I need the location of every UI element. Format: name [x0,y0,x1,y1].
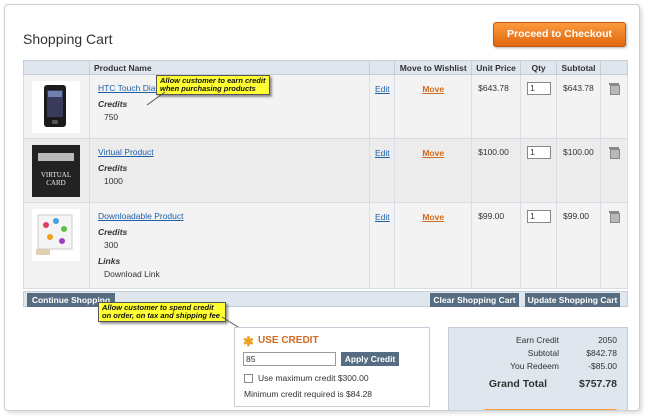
checkout-button-bottom[interactable] [483,409,618,410]
grand-total-label: Grand Total [488,378,547,390]
edit-link[interactable]: Edit [370,148,394,158]
header-qty: Qty [520,60,558,75]
product-image-downloadable[interactable] [32,209,80,261]
qty-input[interactable]: 1 [527,82,552,95]
virtual-card-text: VIRTUAL CARD [40,171,72,187]
table-row: HTC Touch Diam Credits 750 Edit Move $64… [23,74,628,139]
redeem-label: You Redeem [510,361,559,371]
unit-price: $99.00 [478,211,505,221]
header-image [23,60,90,75]
product-link-virtual[interactable]: Virtual Product [98,147,369,157]
redeem-value: -$85.00 [588,361,617,371]
edit-link[interactable]: Edit [370,212,394,222]
credits-label: Credits [97,163,128,173]
use-credit-title: ✱ USE CREDIT [243,334,319,349]
earn-credit-label: Earn Credit [516,335,559,345]
trash-icon[interactable] [609,211,620,223]
credits-value: 1000 [103,176,123,186]
credits-value: 750 [103,112,119,122]
qty-input[interactable]: 1 [527,146,552,159]
proceed-to-checkout-button[interactable]: Proceed to Checkout [493,22,626,47]
header-unit-price: Unit Price [471,60,522,75]
apply-credit-button[interactable]: Apply Credit [341,352,399,366]
row-subtotal: $100.00 [563,147,594,157]
row-subtotal: $643.78 [563,83,594,93]
clear-shopping-cart-button[interactable]: Clear Shopping Cart [430,293,519,307]
minimum-credit-note: Minimum credit required is $84.28 [244,389,373,399]
cart-window: Shopping Cart Proceed to Checkout Produc… [4,4,640,411]
earn-tooltip-pointer [146,91,166,106]
product-link-downloadable[interactable]: Downloadable Product [98,211,369,221]
header-edit [369,60,396,75]
credits-label: Credits [97,99,128,109]
grand-total-value: $757.78 [579,378,617,390]
qty-input[interactable]: 1 [527,210,552,223]
move-to-wishlist-link[interactable]: Move [395,148,471,158]
use-maximum-credit-checkbox[interactable] [244,374,253,383]
totals-panel: Earn Credit 2050 Subtotal $842.78 You Re… [448,327,628,410]
table-row: VIRTUAL CARD Virtual Product Credits 100… [23,138,628,203]
cart-table: Product Name Move to Wishlist Unit Price… [23,60,628,289]
product-image-virtual-card[interactable]: VIRTUAL CARD [32,145,80,197]
earn-credit-tooltip: Allow customer to earn credit when purch… [156,75,270,95]
product-image-phone[interactable] [32,81,80,133]
header-remove [600,60,628,75]
use-credit-panel: ✱ USE CREDIT 85 Apply Credit Use maximum… [234,327,430,407]
credits-value: 300 [103,240,119,250]
links-label: Links [97,256,121,266]
unit-price: $643.78 [478,83,509,93]
header-subtotal: Subtotal [556,60,601,75]
trash-icon[interactable] [609,147,620,159]
download-link[interactable]: Download Link [104,269,369,279]
subtotal-label: Subtotal [527,348,559,358]
subtotal-value: $842.78 [586,348,617,358]
header-product-name: Product Name [88,60,371,75]
move-to-wishlist-link[interactable]: Move [395,84,471,94]
move-to-wishlist-link[interactable]: Move [395,212,471,222]
trash-icon[interactable] [609,83,620,95]
star-icon: ✱ [243,334,254,349]
spend-credit-tooltip: Allow customer to spend credit on order,… [98,302,226,322]
edit-link[interactable]: Edit [370,84,394,94]
row-subtotal: $99.00 [563,211,590,221]
credits-label: Credits [97,227,128,237]
unit-price: $100.00 [478,147,509,157]
credit-amount-input[interactable]: 85 [243,352,336,366]
update-shopping-cart-button[interactable]: Update Shopping Cart [525,293,620,307]
use-maximum-credit-label: Use maximum credit $300.00 [258,373,369,383]
page-title: Shopping Cart [23,31,113,47]
earn-credit-value: 2050 [598,335,617,345]
table-row: Downloadable Product Credits 300 Links D… [23,202,628,289]
header-move-to-wishlist: Move to Wishlist [394,60,473,75]
